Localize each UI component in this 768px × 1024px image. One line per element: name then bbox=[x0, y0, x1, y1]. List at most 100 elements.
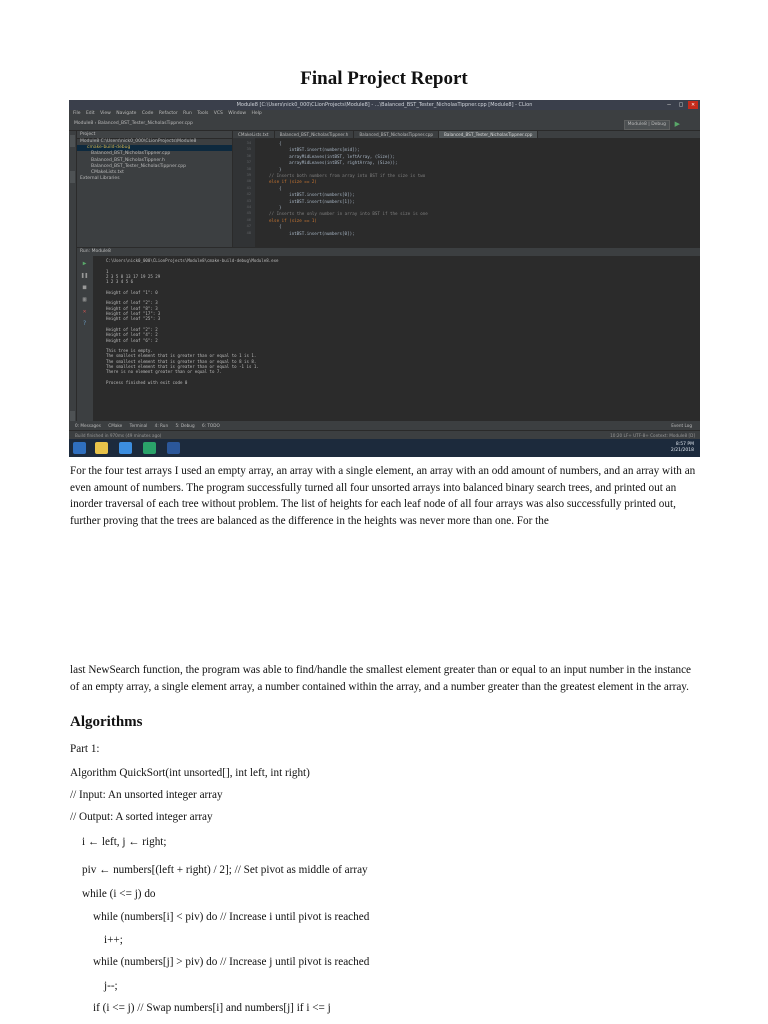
algorithm-line: Algorithm QuickSort(int unsorted[], int … bbox=[70, 767, 310, 779]
search-paragraph: last NewSearch function, the program was… bbox=[70, 664, 692, 693]
rerun-icon[interactable]: ▶ bbox=[80, 260, 89, 268]
code-line: intBST.insert(numbers[mid]); bbox=[279, 147, 360, 153]
menu-tools[interactable]: Tools bbox=[197, 111, 208, 116]
left-tool-strip bbox=[69, 131, 76, 441]
menu-bar: File Edit View Navigate Code Refactor Ru… bbox=[69, 110, 700, 118]
run-toolbar: ▶ ❚❚ ■ ▦ ✕ ? bbox=[77, 256, 93, 421]
menu-view[interactable]: View bbox=[100, 111, 111, 116]
toolwindow-todo[interactable]: 6: TODO bbox=[202, 423, 220, 428]
toolwindow-run[interactable]: 4: Run bbox=[155, 423, 168, 428]
layout-icon[interactable]: ▦ bbox=[80, 296, 89, 304]
code-line: { bbox=[279, 224, 282, 230]
line-number: 46 bbox=[246, 217, 251, 222]
line-number: 42 bbox=[246, 192, 251, 197]
algorithm-line: while (numbers[i] < piv) do // Increase … bbox=[93, 911, 370, 923]
line-number: 41 bbox=[246, 185, 251, 190]
menu-code[interactable]: Code bbox=[142, 111, 154, 116]
toolwindow-messages[interactable]: 0: Messages bbox=[75, 423, 101, 428]
project-tool-icon[interactable] bbox=[70, 135, 75, 147]
run-icon[interactable]: ▶ bbox=[675, 120, 680, 128]
line-number: 38 bbox=[246, 166, 251, 171]
start-icon[interactable] bbox=[73, 442, 86, 454]
code-line: // Inserts both numbers from array into … bbox=[269, 173, 426, 178]
tab-bst-tester[interactable]: Balanced_BST_Tester_NicholasTippner.cpp bbox=[439, 131, 539, 138]
clock-date: 2/21/2018 bbox=[670, 448, 694, 453]
ide-screenshot: Module8 [C:\Users\nick0_000\CLionProject… bbox=[69, 100, 700, 457]
app-icon[interactable] bbox=[143, 442, 156, 454]
toolwindow-terminal[interactable]: Terminal bbox=[130, 423, 148, 428]
code-line: } bbox=[279, 166, 282, 172]
algorithm-line: if (i <= j) // Swap numbers[i] and numbe… bbox=[93, 1002, 331, 1014]
toolwindow-debug[interactable]: 5: Debug bbox=[175, 423, 194, 428]
algorithm-line: // Output: A sorted integer array bbox=[70, 811, 213, 823]
project-panel: Project Module8 C:\Users\nick0_000\CLion… bbox=[77, 131, 232, 247]
stop-icon[interactable]: ■ bbox=[80, 284, 89, 292]
tab-bst-header[interactable]: Balanced_BST_NicholasTippner.h bbox=[275, 131, 355, 138]
menu-file[interactable]: File bbox=[73, 111, 81, 116]
status-message: Build finished in 970ms (49 minutes ago) bbox=[75, 433, 162, 438]
line-number: 36 bbox=[246, 153, 251, 158]
line-number: 37 bbox=[246, 160, 251, 165]
minimize-icon[interactable]: – bbox=[664, 101, 674, 109]
line-number: 44 bbox=[246, 205, 251, 209]
console-line: C:\Users\nick0_000\CLionProjects\Module8… bbox=[106, 258, 279, 263]
algorithm-line: while (i <= j) do bbox=[82, 888, 156, 900]
algorithm-line: // Input: An unsorted integer array bbox=[70, 789, 223, 801]
toolwindow-cmake[interactable]: CMake bbox=[108, 423, 122, 428]
line-number: 34 bbox=[246, 141, 251, 145]
code-line: intBST.insert(numbers[1]); bbox=[279, 198, 355, 204]
line-number: 45 bbox=[246, 211, 251, 216]
algorithm-line: piv ← numbers[(left + right) / 2]; // Se… bbox=[82, 864, 368, 876]
part-label: Part 1: bbox=[70, 743, 100, 755]
console-line: Height of leaf "6": 2 bbox=[106, 337, 158, 343]
menu-run[interactable]: Run bbox=[183, 111, 192, 116]
maximize-icon[interactable]: □ bbox=[676, 101, 686, 109]
tab-cmakelists[interactable]: CMakeLists.txt bbox=[233, 131, 275, 138]
structure-tool-icon[interactable] bbox=[70, 171, 75, 183]
code-line: arrayMidLeaves(intBST, leftArray, (Size)… bbox=[279, 153, 395, 159]
code-line: { bbox=[279, 141, 282, 146]
run-config-select[interactable]: Module8 | Debug bbox=[623, 120, 670, 130]
tree-item-external[interactable]: External Libraries bbox=[77, 176, 232, 182]
window-controls: – □ ✕ bbox=[664, 101, 698, 109]
line-number: 48 bbox=[246, 230, 251, 235]
line-number: 40 bbox=[246, 179, 251, 184]
console-line: Height of leaf "1": 0 bbox=[106, 289, 158, 295]
windows-taskbar: 8:57 PM 2/21/2018 bbox=[69, 439, 700, 457]
menu-navigate[interactable]: Navigate bbox=[116, 111, 136, 116]
help-icon[interactable]: ? bbox=[80, 320, 89, 328]
line-number: 43 bbox=[246, 198, 251, 203]
menu-help[interactable]: Help bbox=[251, 111, 261, 116]
breadcrumb[interactable]: Module8 › Balanced_BST_Tester_NicholasTi… bbox=[74, 121, 193, 126]
algorithm-line: while (numbers[j] > piv) do // Increase … bbox=[93, 956, 370, 968]
code-line: arrayMidLeaves(intBST, rightArray, (Size… bbox=[279, 160, 398, 166]
nav-bar: Module8 › Balanced_BST_Tester_NicholasTi… bbox=[69, 118, 700, 131]
report-title: Final Project Report bbox=[300, 68, 468, 89]
project-header: Project bbox=[77, 131, 232, 139]
code-editor[interactable]: 34 35 36 37 38 39 40 41 42 43 44 45 46 4… bbox=[233, 138, 700, 247]
code-line: intBST.insert(numbers[0]); bbox=[279, 192, 355, 198]
console-line: Height of leaf "25": 3 bbox=[106, 316, 161, 322]
file-explorer-icon[interactable] bbox=[95, 442, 108, 454]
console-line: Process finished with exit code 0 bbox=[106, 379, 188, 385]
tool-window-bar: 0: Messages CMake Terminal 4: Run 5: Deb… bbox=[69, 421, 700, 430]
algorithm-line: j--; bbox=[104, 980, 118, 992]
word-icon[interactable] bbox=[167, 442, 180, 454]
menu-vcs[interactable]: VCS bbox=[214, 111, 223, 116]
console-output[interactable]: C:\Users\nick0_000\CLionProjects\Module8… bbox=[94, 256, 700, 421]
close-icon[interactable]: ✕ bbox=[688, 101, 698, 109]
run-panel-header: Run: Module8 bbox=[77, 248, 700, 256]
line-number: 35 bbox=[246, 147, 251, 152]
pause-icon[interactable]: ❚❚ bbox=[80, 272, 89, 280]
browser-icon[interactable] bbox=[119, 442, 132, 454]
algorithm-line: i ← left, j ← right; bbox=[82, 836, 167, 848]
menu-refactor[interactable]: Refactor bbox=[159, 111, 178, 116]
console-line: There is no element greater than or equa… bbox=[106, 369, 222, 375]
menu-edit[interactable]: Edit bbox=[86, 111, 95, 116]
tab-bst-source[interactable]: Balanced_BST_NicholasTippner.cpp bbox=[354, 131, 440, 138]
close-run-icon[interactable]: ✕ bbox=[80, 308, 89, 316]
event-log-button[interactable]: Event Log bbox=[671, 421, 692, 430]
taskbar-clock: 8:57 PM 2/21/2018 bbox=[671, 442, 694, 454]
window-title: Module8 [C:\Users\nick0_000\CLionProject… bbox=[69, 100, 700, 110]
menu-window[interactable]: Window bbox=[228, 111, 246, 116]
